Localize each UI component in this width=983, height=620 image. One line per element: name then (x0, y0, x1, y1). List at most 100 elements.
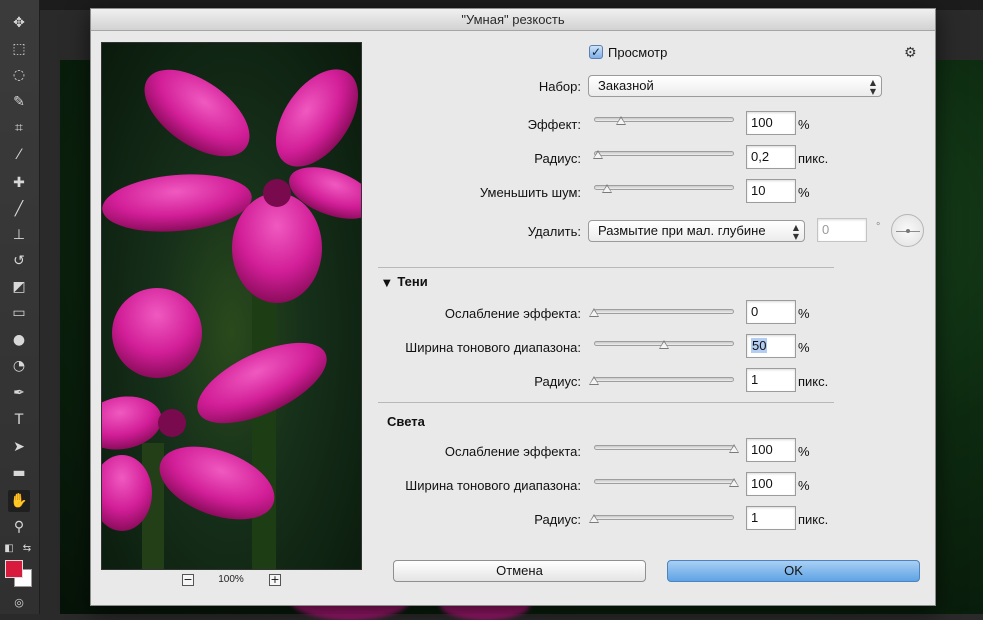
highlights-radius-unit: пикс. (798, 512, 829, 527)
highlights-radius-label: Радиус: (534, 512, 581, 527)
angle-dial[interactable] (891, 214, 924, 247)
stamp-icon[interactable]: ⊥ (8, 224, 30, 246)
remove-select[interactable]: Размытие при мал. глубине ▲ ▼ (588, 220, 805, 242)
default-colors-icon[interactable]: ◧ (2, 538, 16, 560)
preset-select[interactable]: Заказной ▲ ▼ (588, 75, 882, 97)
highlights-fade-field[interactable]: 100 (746, 438, 796, 462)
slider-thumb[interactable] (593, 150, 604, 159)
foreground-color-swatch[interactable] (5, 560, 23, 578)
slider-thumb[interactable] (589, 514, 599, 523)
dialog-title[interactable]: "Умная" резкость (91, 9, 935, 31)
highlights-divider (378, 402, 834, 403)
shadows-section-header[interactable]: ▼ Тени (383, 274, 428, 289)
angle-unit: ° (876, 221, 881, 233)
tools-panel: ✥ ⬚ ◌ ✎ ⌗ ⁄ ✚ ╱ ⊥ ↺ ◩ ▭ ● ◔ ✒ T ➤ ▬ ✋ ⚲ … (0, 0, 40, 614)
highlights-radius-field[interactable]: 1 (746, 506, 796, 530)
cancel-button[interactable]: Отмена (393, 560, 646, 582)
noise-unit: % (798, 185, 810, 200)
slider-track (594, 151, 734, 156)
history-brush-icon[interactable]: ↺ (8, 250, 30, 272)
shadows-tonal-width-slider[interactable] (594, 339, 734, 349)
slider-thumb[interactable] (729, 444, 739, 453)
quick-mask-icon[interactable]: ◎ (9, 594, 29, 612)
amount-slider[interactable] (594, 115, 734, 125)
highlights-title: Света (387, 414, 425, 429)
shadows-fade-slider[interactable] (589, 307, 734, 317)
shadows-radius-field[interactable]: 1 (746, 368, 796, 392)
selected-text: 50 (751, 338, 768, 353)
gear-icon[interactable]: ⚙ (904, 45, 917, 61)
slider-track (594, 309, 734, 314)
slider-thumb[interactable] (589, 308, 599, 317)
slider-thumb[interactable] (601, 184, 612, 193)
highlights-tonal-width-unit: % (798, 478, 810, 493)
shape-icon[interactable]: ▬ (8, 462, 30, 484)
shadows-tonal-width-field[interactable]: 50 (746, 334, 796, 358)
eraser-icon[interactable]: ◩ (8, 276, 30, 298)
brush-icon[interactable]: ╱ (8, 198, 30, 220)
blur-icon[interactable]: ● (8, 329, 30, 351)
preview-checkbox[interactable]: ✓ (589, 45, 603, 59)
slider-thumb[interactable] (589, 376, 599, 385)
gradient-icon[interactable]: ▭ (8, 302, 30, 324)
zoom-icon[interactable]: ⚲ (8, 516, 30, 538)
preset-label: Набор: (538, 79, 581, 94)
radius-field[interactable]: 0,2 (746, 145, 796, 169)
slider-track (594, 515, 734, 520)
slider-track (594, 445, 734, 450)
noise-field[interactable]: 10 (746, 179, 796, 203)
shadows-divider (378, 267, 834, 268)
zoom-level: 100% (218, 574, 244, 585)
highlights-tonal-width-field[interactable]: 100 (746, 472, 796, 496)
swap-colors-icon[interactable]: ⇆ (20, 538, 34, 560)
highlights-tonal-width-slider[interactable] (594, 477, 739, 487)
noise-label: Уменьшить шум: (479, 185, 581, 200)
type-icon[interactable]: T (8, 409, 30, 431)
zoom-in-button[interactable]: + (269, 574, 281, 586)
preview-zoom-row: − 100% + (101, 573, 362, 589)
preview-checkbox-label[interactable]: Просмотр (608, 45, 667, 60)
smart-sharpen-dialog: "Умная" резкость − 100% + ✓ Просмотр ⚙ Н… (90, 8, 936, 606)
move-icon[interactable]: ✥ (8, 12, 30, 34)
radius-unit: пикс. (798, 151, 829, 166)
slider-track (594, 185, 734, 190)
healing-icon[interactable]: ✚ (8, 172, 30, 194)
noise-slider[interactable] (594, 183, 734, 193)
amount-field[interactable]: 100 (746, 111, 796, 135)
remove-label: Удалить: (527, 224, 581, 239)
disclosure-triangle-icon[interactable]: ▼ (383, 278, 391, 289)
slider-thumb[interactable] (729, 478, 739, 487)
highlights-radius-slider[interactable] (589, 513, 734, 523)
highlights-tonal-width-label: Ширина тонового диапазона: (405, 478, 581, 493)
highlights-fade-label: Ослабление эффекта: (444, 444, 581, 459)
shadows-radius-slider[interactable] (589, 375, 734, 385)
slider-track (594, 377, 734, 382)
hand-icon[interactable]: ✋ (8, 490, 30, 512)
shadows-tonal-width-unit: % (798, 340, 810, 355)
preset-select-value: Заказной (598, 78, 654, 93)
highlights-fade-unit: % (798, 444, 810, 459)
zoom-out-button[interactable]: − (182, 574, 194, 586)
shadows-fade-field[interactable]: 0 (746, 300, 796, 324)
shadows-fade-label: Ослабление эффекта: (444, 306, 581, 321)
angle-field[interactable]: 0 (817, 218, 867, 242)
crop-icon[interactable]: ⌗ (8, 117, 30, 139)
lasso-icon[interactable]: ◌ (8, 64, 30, 86)
dodge-icon[interactable]: ◔ (8, 355, 30, 377)
eyedropper-icon[interactable]: ⁄ (8, 144, 30, 166)
radius-slider[interactable] (593, 149, 734, 159)
quick-select-icon[interactable]: ✎ (8, 91, 30, 113)
slider-thumb[interactable] (615, 116, 626, 125)
dial-center (906, 229, 910, 233)
path-select-icon[interactable]: ➤ (8, 436, 30, 458)
ok-button[interactable]: OK (667, 560, 920, 582)
slider-thumb[interactable] (659, 340, 669, 349)
marquee-icon[interactable]: ⬚ (8, 38, 30, 60)
shadows-radius-unit: пикс. (798, 374, 829, 389)
shadows-tonal-width-label: Ширина тонового диапазона: (405, 340, 581, 355)
pen-icon[interactable]: ✒ (8, 382, 30, 404)
shadows-fade-unit: % (798, 306, 810, 321)
amount-unit: % (798, 117, 810, 132)
shadows-radius-label: Радиус: (534, 374, 581, 389)
highlights-fade-slider[interactable] (594, 443, 739, 453)
